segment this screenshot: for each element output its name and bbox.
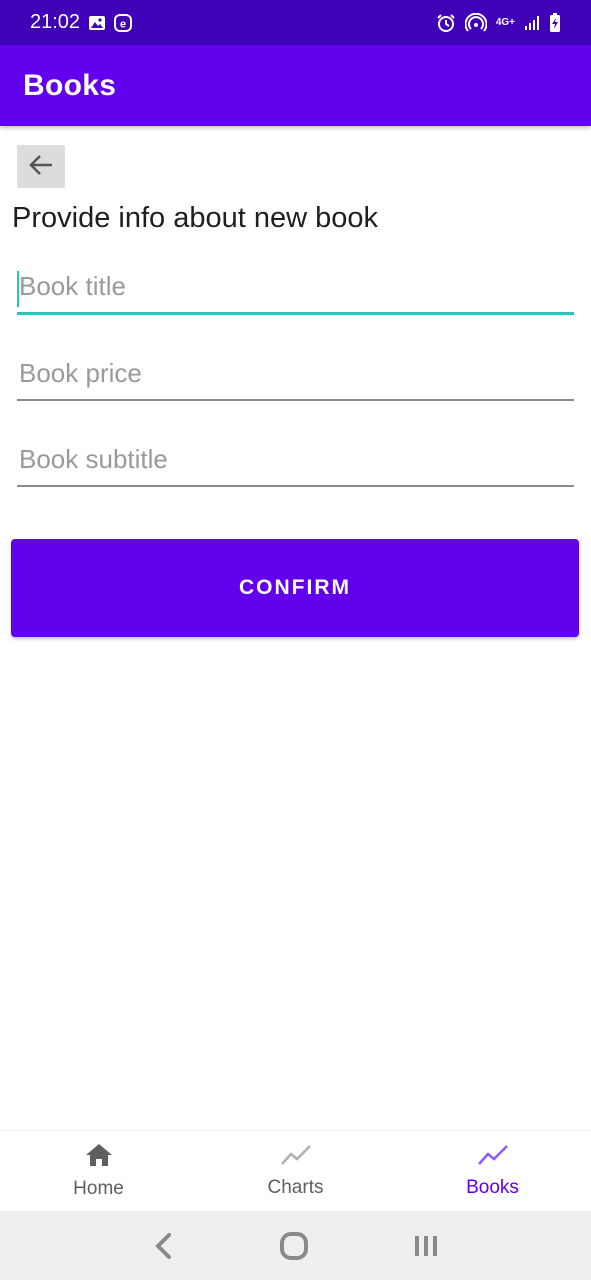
gallery-icon: [88, 15, 106, 31]
alarm-icon: [436, 13, 456, 33]
status-right: 4G+: [436, 12, 561, 33]
status-left: 21:02 e: [30, 11, 133, 34]
nav-item-home[interactable]: Home: [0, 1131, 197, 1211]
back-button[interactable]: [17, 145, 65, 188]
arrow-back-icon: [28, 153, 54, 180]
nav-item-books[interactable]: Books: [394, 1131, 591, 1211]
book-title-field: [17, 267, 574, 315]
nav-label-home: Home: [73, 1178, 124, 1199]
nav-item-charts[interactable]: Charts: [197, 1131, 394, 1211]
hotspot-icon: [464, 12, 487, 33]
chart-line-icon: [477, 1143, 509, 1173]
book-subtitle-input[interactable]: [17, 439, 574, 487]
home-nav-icon[interactable]: [279, 1231, 309, 1261]
app-bar: Books: [0, 45, 591, 126]
chart-line-icon: [280, 1143, 312, 1173]
svg-text:e: e: [120, 18, 126, 30]
nav-label-charts: Charts: [267, 1177, 324, 1198]
nav-label-books: Books: [466, 1177, 519, 1198]
recent-apps-icon[interactable]: [412, 1233, 440, 1259]
app-title: Books: [23, 68, 117, 102]
signal-icon: [524, 15, 540, 31]
book-subtitle-field: [17, 439, 574, 487]
book-price-input[interactable]: [17, 353, 574, 401]
book-price-field: [17, 353, 574, 401]
text-caret: [17, 271, 19, 307]
book-title-input[interactable]: [17, 267, 574, 315]
status-bar: 21:02 e 4G+: [0, 0, 591, 45]
home-icon: [84, 1142, 114, 1174]
back-nav-icon[interactable]: [151, 1232, 177, 1260]
confirm-button[interactable]: CONFIRM: [11, 539, 579, 637]
status-time: 21:02: [30, 11, 81, 33]
e-notification-icon: e: [114, 13, 133, 32]
bottom-navigation: Home Charts Books: [0, 1130, 591, 1211]
network-type: 4G+: [495, 17, 515, 28]
form-heading: Provide info about new book: [12, 202, 378, 234]
battery-charging-icon: [549, 12, 561, 33]
system-navigation-bar: [0, 1211, 591, 1280]
